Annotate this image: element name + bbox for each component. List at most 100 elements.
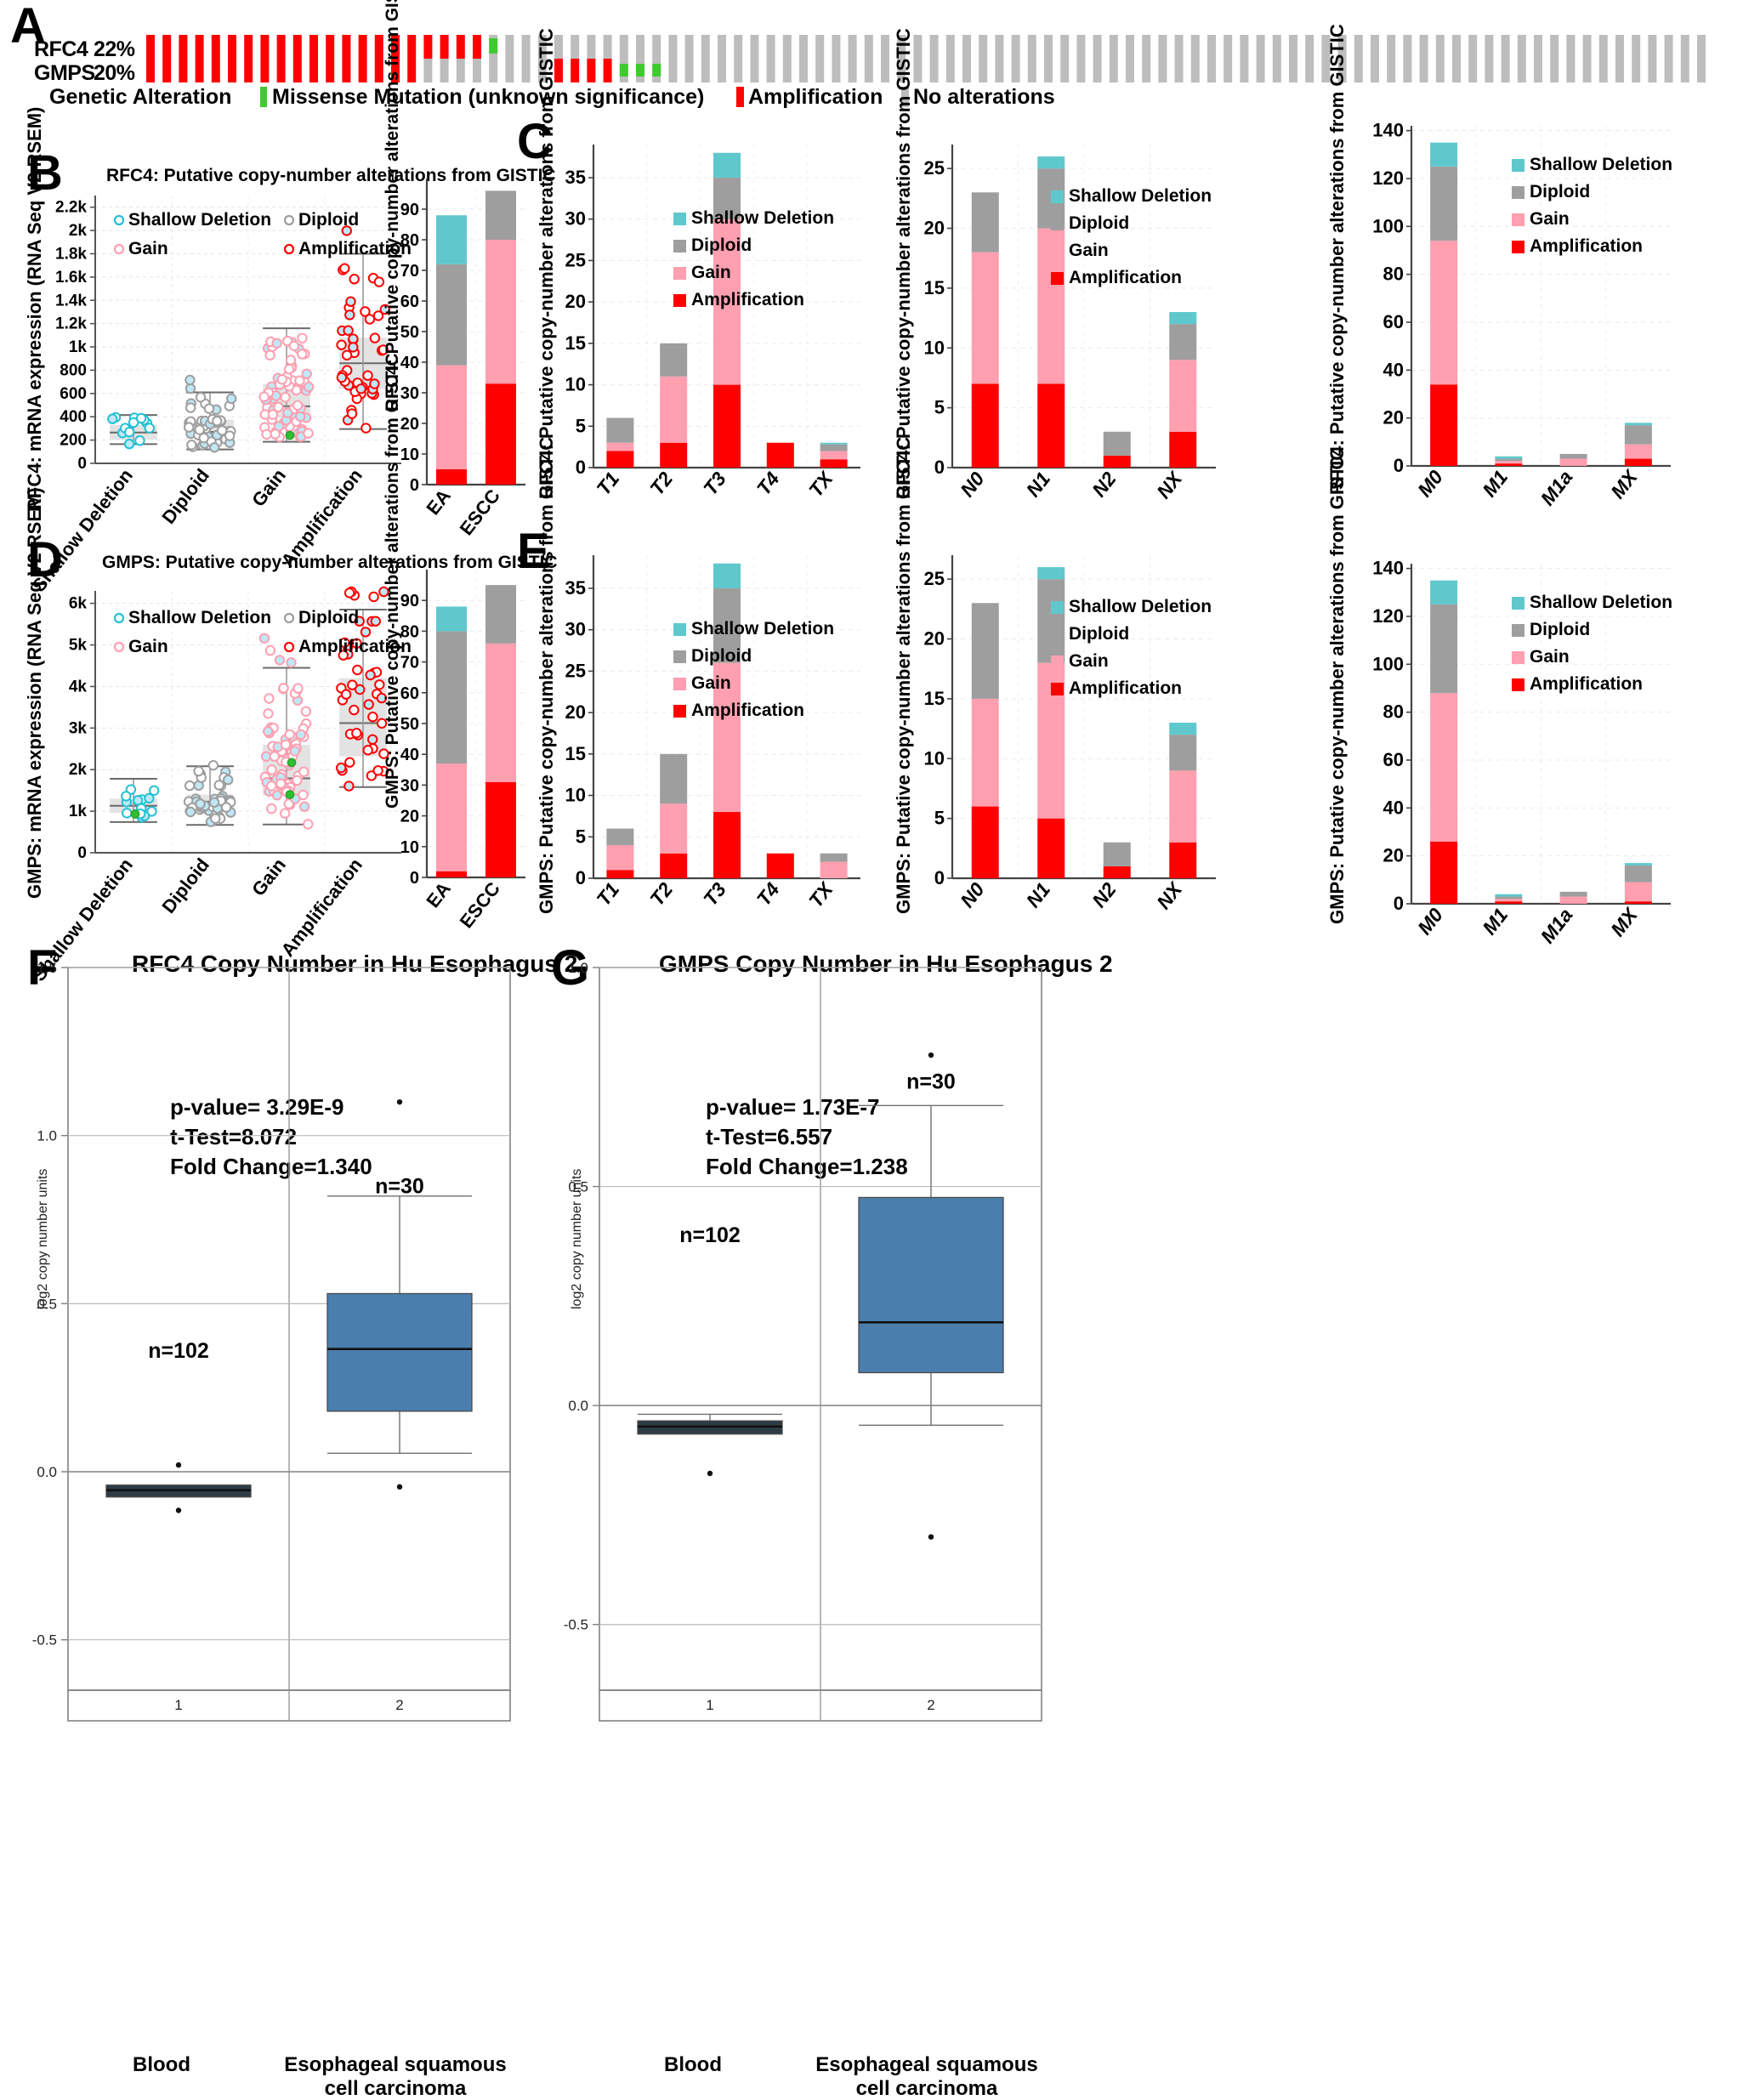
data-point <box>149 785 160 796</box>
legend-label: Diploid <box>691 646 752 666</box>
oncoprint-cell <box>782 35 792 59</box>
oncoprint-cell <box>864 35 873 59</box>
data-point <box>267 409 279 420</box>
box <box>858 1196 1004 1374</box>
bar-segment <box>1495 463 1523 466</box>
oncoprint-cell <box>244 59 253 82</box>
data-point <box>193 765 204 777</box>
oncoprint-cell <box>1256 59 1265 82</box>
oncoprint-cell <box>782 59 792 82</box>
legend-label: Amplification <box>1530 236 1643 256</box>
legend-label: Diploid <box>298 608 359 627</box>
oncoprint-cell <box>979 59 988 82</box>
data-point <box>340 689 352 700</box>
y-tick-label: 25 <box>565 249 586 270</box>
oncoprint-cell <box>636 35 644 59</box>
data-point <box>283 364 295 375</box>
oncoprint-cell <box>668 59 678 82</box>
oncoprint-cell <box>766 59 775 82</box>
panelB-bar-chart: RFC4: Putative copy-number alterations f… <box>383 0 536 539</box>
oncoprint-cell <box>1011 35 1020 59</box>
oncoprint-cell <box>1371 35 1379 59</box>
oncoprint-cell <box>1387 35 1396 59</box>
data-point <box>285 355 297 366</box>
data-point <box>264 644 276 656</box>
legend-swatch-icon <box>1051 272 1064 285</box>
oncoprint-cell <box>750 35 759 59</box>
data-point-highlighted <box>285 790 295 799</box>
oncoprint-cell <box>1485 59 1494 82</box>
legend-swatch-icon <box>1051 218 1064 230</box>
data-point <box>294 375 305 386</box>
bar-segment <box>1624 444 1652 459</box>
bar-segment <box>436 264 467 366</box>
legend-label: Diploid <box>1069 624 1129 644</box>
oncoprint-cell <box>1452 59 1461 82</box>
oncoprint-cell <box>1044 59 1053 82</box>
oncoprint-cell <box>1126 59 1134 82</box>
oncoprint-cell <box>1207 59 1216 82</box>
legend-marker-icon <box>113 612 125 624</box>
legend-swatch-icon <box>673 294 686 307</box>
bar-segment <box>1430 604 1458 694</box>
legend-label: Gain <box>691 673 731 693</box>
x-tick-label-group: T4 <box>752 468 784 499</box>
data-point <box>295 411 306 423</box>
oncoprint-cell <box>945 59 955 82</box>
oncoprint-cell <box>1680 35 1689 59</box>
y-tick-label: 5 <box>934 397 945 418</box>
oncoprint-cell <box>179 35 188 59</box>
x-tick-label: ESCC <box>456 878 504 933</box>
panelD-bar-chart: GMPS: Putative copy-number alterations f… <box>383 353 536 932</box>
data-point <box>297 349 308 360</box>
bar-segment <box>1169 735 1197 771</box>
bar-segment <box>820 442 848 445</box>
bar-segment <box>1624 458 1652 466</box>
oncoprint-cell <box>1419 59 1428 82</box>
oncoprint-cell <box>1680 59 1689 82</box>
legend-swatch-icon <box>1512 186 1524 199</box>
legend-label: Diploid <box>1530 182 1590 201</box>
data-point <box>346 408 358 419</box>
legend-swatch-icon <box>1051 683 1064 695</box>
x-tick-label: MX <box>1606 465 1643 503</box>
y-tick-label: 400 <box>60 408 87 426</box>
legend-swatch-icon <box>1051 628 1064 641</box>
oncoprint-cell <box>1060 59 1070 82</box>
legend-swatch-icon <box>1512 159 1524 172</box>
bar-segment <box>1430 142 1458 167</box>
legend-swatch-icon <box>1512 651 1524 664</box>
data-point <box>298 801 310 812</box>
x-tick-label: T4 <box>752 468 784 499</box>
data-point <box>195 798 206 809</box>
y-tick-label: 20 <box>1383 407 1404 429</box>
oncoprint-cell <box>979 35 988 59</box>
data-point <box>303 381 315 393</box>
bar-segment <box>1559 453 1587 459</box>
y-tick-label: 0 <box>576 457 586 478</box>
panelC-chart-n: RFC4: Putative copy-number alterations f… <box>884 28 1241 523</box>
data-point <box>288 340 300 352</box>
legend-label: Gain <box>128 637 168 656</box>
x-tick-label-group: N0 <box>956 878 989 911</box>
data-point <box>133 795 144 806</box>
bar-segment <box>713 812 741 878</box>
y-tick-label: 60 <box>400 292 419 311</box>
y-tick-label: 20 <box>1383 845 1404 866</box>
oncoprint-cell <box>750 59 759 82</box>
panelC-chart-t: RFC4: Putative copy-number alterations f… <box>527 28 884 523</box>
bar-segment <box>1169 312 1197 325</box>
oncoprint-cell <box>734 35 743 59</box>
x-tick-label: Gain <box>247 465 290 511</box>
bar-segment <box>1495 461 1523 464</box>
legend-label: Gain <box>1530 647 1570 667</box>
bar-segment <box>660 753 688 804</box>
bar-segment <box>1169 324 1197 360</box>
oncoprint-cell <box>521 59 531 82</box>
oncoprint-cell <box>228 59 236 82</box>
oncoprint-cell <box>718 35 726 59</box>
x-tick-label-group: EA <box>422 878 455 912</box>
data-point <box>278 683 289 694</box>
bar-segment <box>436 469 467 485</box>
data-point <box>369 378 380 389</box>
